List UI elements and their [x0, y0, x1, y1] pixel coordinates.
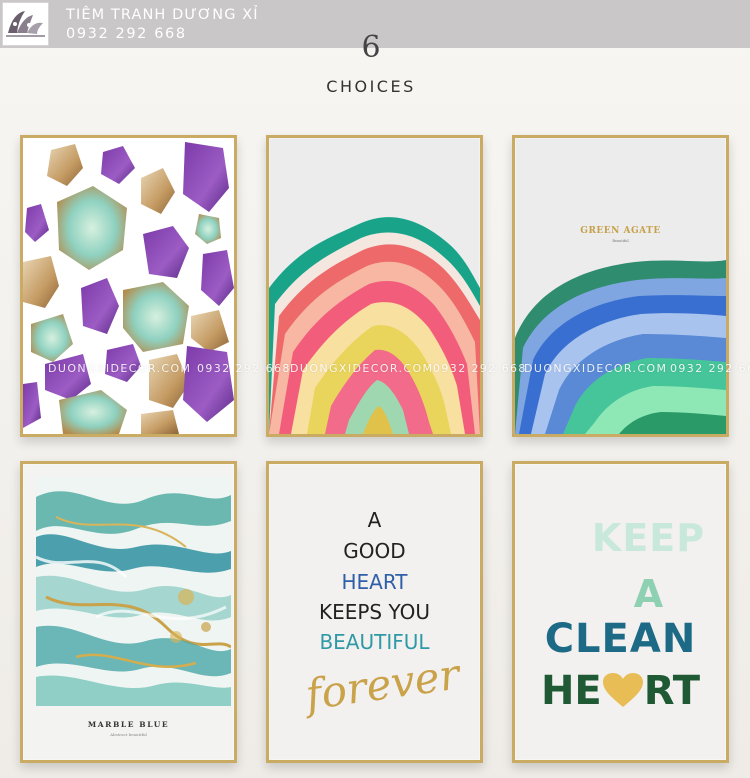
poster-green-agate: GREEN AGATE Beautiful [512, 135, 729, 437]
choices-count: 6 [361, 30, 381, 65]
watermark-site-3: DUONGXIDECOR.COM [524, 362, 668, 375]
quote-line-good: GOOD [343, 539, 406, 563]
marble-blue-art [36, 477, 231, 706]
quote-script-forever: forever [302, 649, 463, 720]
shop-name: TIÊM TRANH DƯƠNG XỈ [66, 7, 259, 23]
heart-word-left: HE [540, 668, 602, 714]
heart-word-row: HE RT [515, 668, 726, 714]
poster-good-heart: A GOOD HEART KEEPS YOU BEAUTIFUL forever [266, 461, 483, 763]
quote-line-heart: HEART [341, 570, 408, 594]
keep-word: KEEP [591, 516, 706, 560]
watermark-site-1: DUONGXIDECOR.COM [48, 362, 192, 375]
clean-word: CLEAN [544, 616, 697, 662]
heart-word-right: RT [643, 668, 701, 714]
choices-label: CHOICES [326, 77, 416, 96]
rainbow-agate-art [269, 217, 480, 434]
green-agate-art [515, 260, 726, 434]
poster-rainbow-agate [266, 135, 483, 437]
marble-blue-subtitle: Abstract beautiful [110, 732, 147, 737]
poster-crystals [20, 135, 237, 437]
poster-marble-blue: MARBLE BLUE Abstract beautiful [20, 461, 237, 763]
watermark-phone-3: 0932 292 668 [670, 362, 750, 375]
watermark-phone-2: 0932 292 668 [433, 362, 527, 375]
quote-line-a: A [367, 508, 382, 532]
green-agate-title: GREEN AGATE [580, 226, 661, 236]
marble-blue-title: MARBLE BLUE [87, 720, 170, 729]
poster-keep-clean-heart: KEEP A CLEAN HE RT [512, 461, 729, 763]
heart-icon [602, 673, 643, 707]
keep-a-word: A [633, 572, 664, 616]
green-agate-subtitle: Beautiful [612, 239, 629, 243]
watermark-site-2: DUONGXIDECOR.COM [290, 362, 434, 375]
watermark-phone-1: 0932 292 668 [197, 362, 291, 375]
crystals-art [23, 142, 234, 434]
watermark-strip: DUONGXIDECOR.COM 0932 292 668 DUONGXIDEC… [0, 362, 750, 380]
quote-line-keeps-you: KEEPS YOU [318, 600, 430, 624]
